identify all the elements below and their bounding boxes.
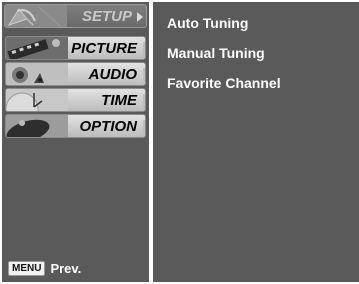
menu-item-label: TIME [101,91,137,109]
film-reel-icon [6,37,68,59]
option-badge-icon [6,115,68,137]
tab-edge [143,68,145,82]
menu-item-label: OPTION [79,117,137,135]
submenu-item-auto-tuning[interactable]: Auto Tuning [167,15,248,31]
submenu-item-favorite-channel[interactable]: Favorite Channel [167,75,281,91]
clock-icon [6,89,68,111]
menu-item-label: AUDIO [88,65,137,83]
chevron-right-icon [137,12,143,22]
main-menu-panel: SETUP PICTURE AUDIO TIME OPTION MENU Pre… [2,2,149,282]
speaker-icon [6,63,68,85]
menu-item-audio[interactable]: AUDIO [5,62,146,86]
tab-edge [143,42,145,56]
tab-edge [143,94,145,108]
menu-item-picture[interactable]: PICTURE [5,36,146,60]
tab-edge [143,120,145,134]
menu-item-setup[interactable]: SETUP [4,4,147,28]
menu-key-badge: MENU [8,261,46,276]
menu-footer: MENU Prev. [8,261,81,276]
tv-osd-screen: SETUP PICTURE AUDIO TIME OPTION MENU Pre… [0,0,359,284]
submenu-panel: Auto Tuning Manual Tuning Favorite Chann… [153,2,359,282]
menu-item-option[interactable]: OPTION [5,114,146,138]
menu-item-time[interactable]: TIME [5,88,146,112]
submenu-item-manual-tuning[interactable]: Manual Tuning [167,45,265,61]
prev-label[interactable]: Prev. [50,261,81,276]
menu-item-label: PICTURE [71,39,137,57]
satellite-dish-icon [5,5,67,27]
menu-item-label: SETUP [81,7,132,25]
